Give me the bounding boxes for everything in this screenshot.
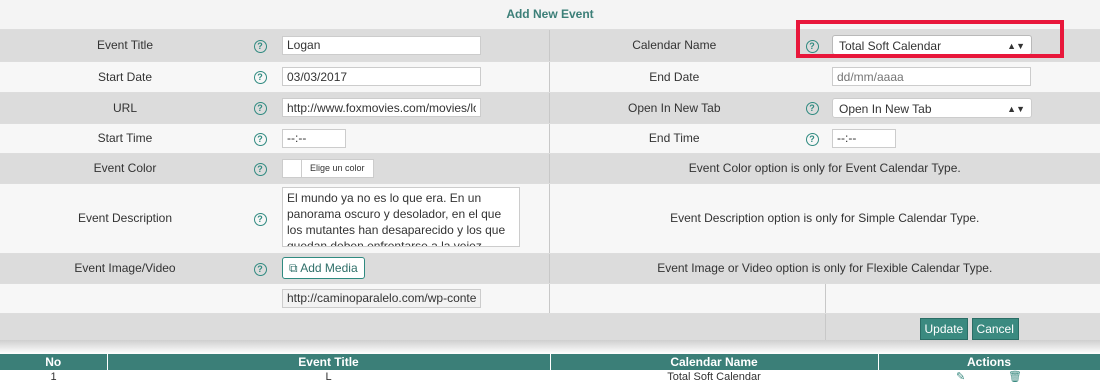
help-icon[interactable]: ?	[805, 132, 819, 146]
event-description-textarea[interactable]: El mundo ya no es lo que era. En un pano…	[282, 186, 520, 247]
row-title: L	[325, 370, 332, 383]
open-new-tab-select[interactable]: Open In New Tab ▲▼	[832, 97, 1032, 118]
help-icon[interactable]: ?	[805, 102, 819, 115]
event-color-note: Event Color option is only for Event Cal…	[548, 153, 1100, 184]
help-icon[interactable]: ?	[253, 132, 267, 146]
delete-icon[interactable]: 🗑	[1008, 371, 1022, 383]
column-header-no: No	[0, 354, 108, 370]
list-header-row: No Event Title Calendar Name Actions	[0, 354, 1100, 370]
update-button[interactable]: Update	[919, 318, 969, 340]
color-picker-button[interactable]: Elige un color	[282, 158, 374, 178]
help-icon[interactable]: ?	[253, 39, 267, 53]
start-time-input[interactable]	[282, 128, 346, 148]
help-icon[interactable]: ?	[253, 212, 267, 226]
add-event-form: Add New Event Event Title ? Calendar Nam…	[0, 0, 1100, 346]
add-media-button[interactable]: ⧉ Add Media	[282, 257, 365, 279]
start-date-input[interactable]	[282, 67, 481, 86]
color-picker-label: Elige un color	[310, 162, 365, 173]
help-icon[interactable]: ?	[253, 102, 267, 115]
help-icon[interactable]: ?	[253, 262, 267, 276]
event-color-label: Event Color	[0, 153, 250, 184]
end-time-label: End Time	[548, 123, 799, 154]
end-time-input[interactable]	[832, 128, 896, 148]
open-new-tab-label: Open In New Tab	[548, 92, 799, 124]
events-list-table: No Event Title Calendar Name Actions 1 L…	[0, 354, 1100, 383]
event-description-note: Event Description option is only for Sim…	[548, 183, 1100, 254]
column-header-calendar-name: Calendar Name	[550, 354, 879, 370]
row-dates: Start Date ? End Date	[0, 61, 1100, 93]
calendar-name-label: Calendar Name	[548, 30, 799, 62]
end-date-input[interactable]	[832, 67, 1031, 86]
media-icon: ⧉	[289, 261, 298, 275]
row-times: Start Time ? End Time ?	[0, 123, 1100, 154]
row-media: Event Image/Video ? ⧉ Add Media Event Im…	[0, 253, 1100, 284]
url-label: URL	[0, 92, 250, 124]
event-media-label: Event Image/Video	[0, 253, 250, 284]
edit-icon[interactable]: ✎	[956, 371, 965, 383]
help-icon[interactable]: ?	[805, 39, 819, 53]
color-swatch	[283, 159, 302, 177]
open-new-tab-value: Open In New Tab	[839, 101, 932, 116]
event-title-input[interactable]	[282, 35, 481, 55]
select-arrows-icon: ▲▼	[1007, 103, 1025, 114]
calendar-name-select[interactable]: Total Soft Calendar ▲▼	[832, 35, 1032, 56]
help-icon[interactable]: ?	[253, 162, 267, 176]
row-media-path	[0, 283, 1100, 314]
end-date-label: End Date	[548, 61, 799, 93]
column-header-actions: Actions	[878, 354, 1100, 370]
cancel-button[interactable]: Cancel	[971, 318, 1019, 340]
start-time-label: Start Time	[0, 123, 250, 154]
row-actions-cell: ✎ 🗑	[878, 370, 1100, 383]
help-icon[interactable]: ?	[253, 71, 267, 84]
row-title-calendar: Event Title ? Calendar Name ? Total Soft…	[0, 30, 1100, 62]
event-description-label: Event Description	[0, 183, 250, 254]
event-media-note: Event Image or Video option is only for …	[548, 253, 1100, 284]
column-header-event-title: Event Title	[107, 354, 551, 370]
add-media-label: Add Media	[300, 261, 358, 275]
table-row[interactable]: 1 L Total Soft Calendar ✎ 🗑	[0, 370, 1100, 383]
row-url: URL ? Open In New Tab ? Open In New Tab ▲…	[0, 92, 1100, 124]
event-title-label: Event Title	[0, 30, 250, 62]
row-calendar: Total Soft Calendar	[667, 370, 761, 383]
form-title: Add New Event	[0, 0, 1100, 30]
start-date-label: Start Date	[0, 61, 250, 93]
url-input[interactable]	[282, 98, 481, 117]
row-color: Event Color ? Elige un color Event Color…	[0, 153, 1100, 184]
row-no: 1	[50, 370, 57, 383]
media-path-input[interactable]	[282, 288, 481, 308]
divider-shadow	[0, 340, 1100, 354]
row-description: Event Description ? El mundo ya no es lo…	[0, 183, 1100, 254]
select-arrows-icon: ▲▼	[1007, 41, 1025, 52]
form-table: Event Title ? Calendar Name ? Total Soft…	[0, 30, 1100, 346]
calendar-name-value: Total Soft Calendar	[839, 39, 942, 54]
